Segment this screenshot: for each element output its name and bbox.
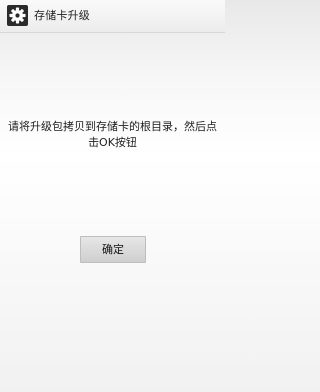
- instruction-line-2: 击OK按钮: [88, 136, 137, 149]
- confirm-button[interactable]: 确定: [80, 236, 146, 263]
- instruction-line-1: 请将升级包拷贝到存储卡的根目录，然后点: [8, 120, 217, 133]
- upgrade-instruction-text: 请将升级包拷贝到存储卡的根目录，然后点 击OK按钮: [0, 119, 225, 151]
- title-bar: 存储卡升级: [0, 0, 225, 33]
- page-title: 存储卡升级: [34, 9, 90, 22]
- gear-icon: [7, 5, 28, 26]
